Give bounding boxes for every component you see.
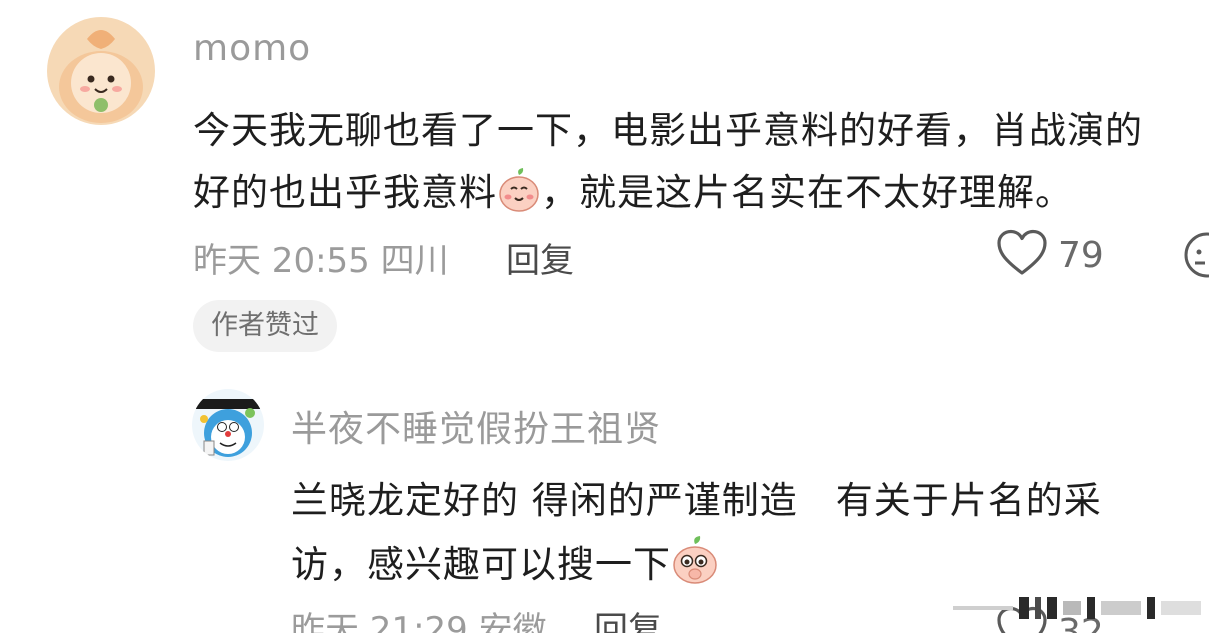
replier-username[interactable]: 半夜不睡觉假扮王祖贤 [291,400,661,452]
comment-like-count: 79 [1058,234,1104,276]
reply-timestamp-location: 昨天 21:29 安徽 [291,610,547,633]
peach-shy-emoji-icon [671,535,719,594]
comment-text-line-2-end: ，就是这片名实在不太好理解。 [541,171,1073,214]
peach-smile-emoji-icon [497,167,541,222]
reply-reply-button[interactable]: 回复 [594,602,662,633]
comment-text-line-2: 好的也出乎我意料 ，就是这片名实在不太好理解。 [193,162,1073,222]
reply-text-line-1: 兰晓龙定好的 得闲的严谨制造 有关于片名的采 [291,479,1102,522]
author-liked-badge: 作者赞过 [193,300,337,352]
reply-text-line-2: 访，感兴趣可以搜一下 [291,534,719,594]
comment-text-line-1: 今天我无聊也看了一下，电影出乎意料的好看，肖战演的 [193,109,1143,152]
commenter-username[interactable]: momo [193,28,311,69]
replier-avatar[interactable] [192,389,264,461]
watermark-logo [953,593,1203,623]
reply-text-line-2-text: 访，感兴趣可以搜一下 [291,543,671,586]
comment-reply-button[interactable]: 回复 [506,233,574,282]
heart-icon [996,229,1048,281]
comment-text-line-2-start: 好的也出乎我意料 [193,171,497,214]
comment-reply-icon[interactable] [1182,230,1209,282]
comment-like-button[interactable]: 79 [996,229,1104,281]
commenter-avatar[interactable] [47,17,155,125]
comment-timestamp-location: 昨天 20:55 四川 [193,241,449,281]
